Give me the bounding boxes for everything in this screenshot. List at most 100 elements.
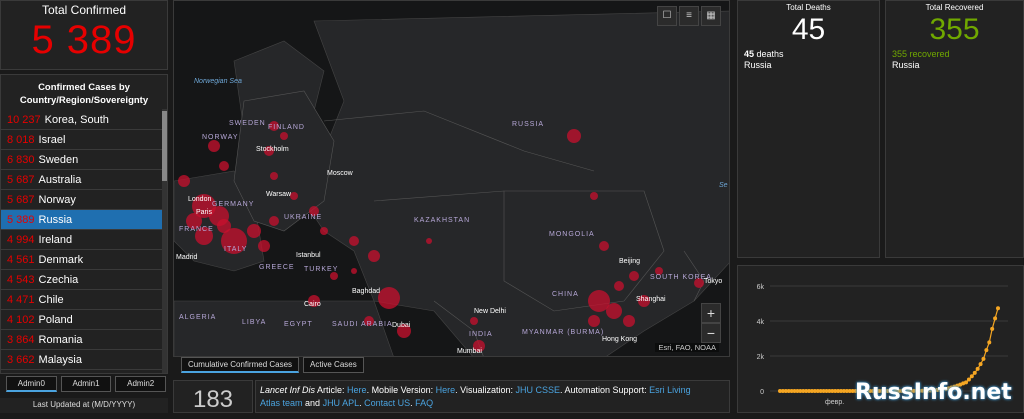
list-item-count: 5 687 (7, 174, 35, 186)
list-item-count: 5 687 (7, 194, 35, 206)
zoom-out-button[interactable]: − (701, 323, 721, 343)
list-item-count: 4 561 (7, 254, 35, 266)
label-cairo: Cairo (304, 301, 321, 308)
grid-icon[interactable]: ▦ (701, 6, 721, 26)
label-india: INDIA (469, 331, 493, 338)
list-item-count: 4 471 (7, 294, 35, 306)
contact-link[interactable]: Contact US (364, 398, 410, 408)
list-item[interactable]: 5 687 Norway (1, 190, 163, 210)
label-baghdad: Baghdad (352, 288, 380, 295)
recovered-label: Total Recovered (925, 3, 984, 12)
label-china: CHINA (552, 291, 579, 298)
info-text: . Visualization: (455, 385, 516, 395)
tab-admin2[interactable]: Admin2 (115, 376, 167, 392)
bookmark-icon[interactable]: ☐ (657, 6, 677, 26)
data-point (984, 348, 989, 353)
map-view[interactable]: Norwegian Sea Se NORWAY SWEDEN FINLAND R… (173, 0, 730, 357)
list-item-name: Chile (38, 294, 64, 306)
info-panel: Lancet Inf Dis Article: Here. Mobile Ver… (255, 380, 730, 413)
label-tokyo: Tokyo (704, 278, 722, 285)
recovered-sub-text: 355 recovered (892, 49, 950, 59)
list-item[interactable]: 3 662 Malaysia (1, 350, 163, 370)
list-item-count: 5 389 (7, 214, 35, 226)
data-point (972, 370, 977, 375)
y-tick-label: 2k (757, 354, 765, 361)
list-item[interactable]: 4 471 Chile (1, 290, 163, 310)
label-south-korea: SOUTH KOREA (650, 274, 712, 281)
list-item-name: Romania (38, 334, 83, 346)
list-item[interactable]: 8 018 Israel (1, 130, 163, 150)
list-header-line2: Country/Region/Sovereignty (19, 95, 149, 106)
tab-admin0[interactable]: Admin0 (6, 376, 57, 392)
tab-cumulative[interactable]: Cumulative Confirmed Cases (181, 357, 300, 373)
deaths-sub-unit: deaths (754, 49, 784, 59)
country-list: 10 237 Korea, South 8 018 Israel 6 830 Sweden… (1, 110, 167, 370)
recovered-value: 355 (929, 13, 980, 46)
label-france: FRANCE (179, 226, 214, 233)
list-item-name: Korea, South (44, 114, 109, 126)
here-link-1[interactable]: Here (347, 385, 367, 395)
total-recovered-panel: Total Recovered 355 355 recovered Russia (885, 0, 1024, 258)
list-item[interactable]: 5 389 Russia (1, 210, 163, 230)
lancet-text: Lancet Inf Dis (260, 385, 316, 395)
here-link-2[interactable]: Here (436, 385, 456, 395)
label-beijing: Beijing (619, 258, 640, 265)
label-norway: NORWAY (202, 134, 239, 141)
y-tick-label: 6k (757, 284, 765, 291)
list-item-count: 10 237 (7, 114, 41, 126)
map-tabs: Cumulative Confirmed Cases Active Cases (181, 357, 381, 373)
jhu-apl-link[interactable]: JHU APL (323, 398, 360, 408)
zoom-in-button[interactable]: + (701, 303, 721, 323)
label-finland: FINLAND (268, 124, 305, 131)
label-egypt: EGYPT (284, 321, 313, 328)
esri-link[interactable]: Esri Living (649, 385, 691, 395)
list-item[interactable]: 6 830 Sweden (1, 150, 163, 170)
data-point (987, 340, 992, 345)
recovered-country: Russia (892, 60, 920, 70)
data-point (978, 362, 983, 367)
deaths-country: Russia (744, 60, 772, 70)
list-item-name: Malaysia (38, 354, 82, 366)
list-item[interactable]: 5 687 Australia (1, 170, 163, 190)
label-kazakhstan: KAZAKHSTAN (414, 217, 470, 224)
list-item[interactable]: 4 994 Ireland (1, 230, 163, 250)
countries-count: 183 (173, 380, 253, 413)
list-item[interactable]: 10 237 Korea, South (1, 110, 163, 130)
label-ukraine: UKRAINE (284, 214, 322, 221)
label-saudi-arabia: SAUDI ARABIA (332, 321, 393, 328)
info-text: . Automation Support: (560, 385, 650, 395)
map-canvas[interactable]: Norwegian Sea Se NORWAY SWEDEN FINLAND R… (174, 1, 730, 357)
list-item[interactable]: 4 102 Poland (1, 310, 163, 330)
last-updated: Last Updated at (M/D/YYYY) (0, 398, 168, 413)
label-paris: Paris (196, 209, 212, 216)
recovered-detail: 355 recovered Russia (886, 49, 1023, 71)
label-london: London (188, 196, 211, 203)
scrollbar-thumb[interactable] (162, 111, 167, 181)
total-confirmed-panel: Total Confirmed 5 389 (0, 0, 168, 70)
atlas-link[interactable]: Atlas team (260, 398, 303, 408)
faq-link[interactable]: FAQ (415, 398, 433, 408)
list-item-count: 4 994 (7, 234, 35, 246)
label-shanghai: Shanghai (636, 296, 666, 303)
x-tick-label: февр. (825, 399, 844, 406)
list-item[interactable]: 4 543 Czechia (1, 270, 163, 290)
label-dubai: Dubai (392, 322, 411, 329)
tab-admin1[interactable]: Admin1 (60, 376, 112, 392)
data-point (990, 326, 995, 331)
list-item[interactable]: 3 864 Romania (1, 330, 163, 350)
list-item[interactable]: 4 561 Denmark (1, 250, 163, 270)
label-germany: GERMANY (212, 201, 254, 208)
info-text: Article: (315, 385, 348, 395)
list-item-name: Sweden (38, 154, 79, 166)
list-item-name: Denmark (38, 254, 84, 266)
list-item-count: 4 543 (7, 274, 35, 286)
label-warsaw: Warsaw (266, 191, 292, 198)
tab-active-cases[interactable]: Active Cases (303, 357, 364, 373)
list-scrollbar[interactable] (162, 109, 167, 373)
watermark: RussInfo.net (855, 380, 1012, 405)
list-icon[interactable]: ≡ (679, 6, 699, 26)
jhu-csse-link[interactable]: JHU CSSE (516, 385, 561, 395)
map-toolbar: ☐ ≡ ▦ (657, 6, 721, 26)
deaths-sub-count: 45 (744, 49, 755, 59)
list-item-count: 8 018 (7, 134, 35, 146)
